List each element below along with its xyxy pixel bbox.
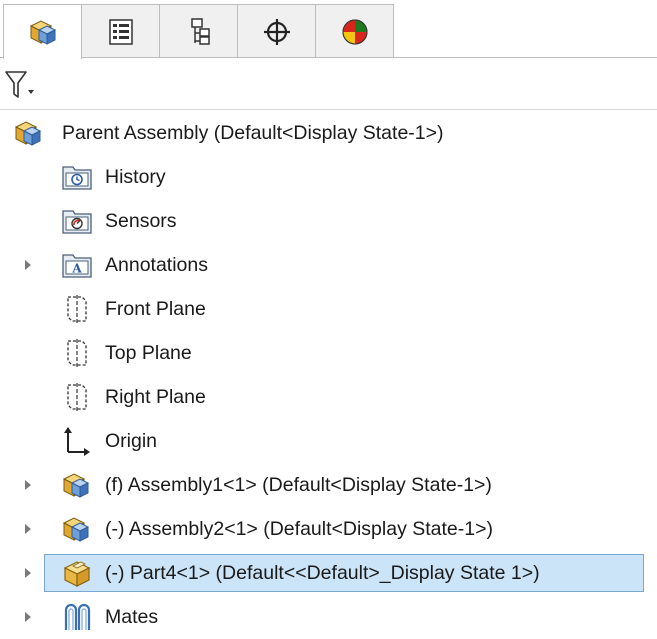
- tree-item-label: Top Plane: [105, 342, 192, 364]
- configurationmanager-tab[interactable]: [159, 4, 238, 58]
- tree-item-label: Right Plane: [105, 386, 206, 408]
- tree-item-label: Front Plane: [105, 298, 206, 320]
- expand-arrow-icon[interactable]: [22, 258, 34, 272]
- tree-root-label: Parent Assembly (Default<Display State-1…: [62, 122, 444, 144]
- tree-item-label: (f) Assembly1<1> (Default<Display State-…: [105, 474, 492, 496]
- plane-icon: [67, 339, 87, 367]
- tree-item-history[interactable]: History: [0, 157, 657, 197]
- origin-icon: [64, 427, 90, 456]
- manager-tab-bar: [0, 0, 657, 59]
- tree-item-label: Annotations: [105, 254, 208, 276]
- tree-item-mates[interactable]: Mates: [0, 597, 657, 637]
- tree-item-top-plane[interactable]: Top Plane: [0, 333, 657, 373]
- propertymanager-tab[interactable]: [81, 4, 160, 58]
- tree-item-label: (-) Assembly2<1> (Default<Display State-…: [105, 518, 494, 540]
- color-ball-icon: [342, 19, 367, 44]
- crosshair-icon: [263, 18, 290, 45]
- expand-arrow-icon[interactable]: [22, 522, 34, 536]
- svg-text:A: A: [71, 262, 82, 276]
- property-list-icon: [108, 18, 133, 45]
- tree-item-label: Origin: [105, 430, 158, 452]
- assembly-icon: [14, 121, 42, 146]
- filter-divider: [0, 109, 657, 110]
- featuremanager-tab[interactable]: [3, 4, 82, 59]
- tree-item-label: (-) Part4<1> (Default<<Default>_Display …: [105, 562, 540, 584]
- displaymanager-tab[interactable]: [315, 4, 394, 58]
- filter-funnel-icon[interactable]: [2, 68, 42, 102]
- dimxpertmanager-tab[interactable]: [237, 4, 316, 58]
- tree-root-parent-assembly[interactable]: Parent Assembly (Default<Display State-1…: [0, 113, 657, 153]
- assembly-icon: [62, 473, 90, 498]
- expand-arrow-icon[interactable]: [22, 610, 34, 624]
- tree-item-origin[interactable]: Origin: [0, 421, 657, 461]
- tree-item-sensors[interactable]: Sensors: [0, 201, 657, 241]
- expand-arrow-icon[interactable]: [22, 478, 34, 492]
- tree-item-right-plane[interactable]: Right Plane: [0, 377, 657, 417]
- mates-icon: [64, 603, 91, 630]
- plane-icon: [67, 383, 87, 411]
- tree-item-assembly2[interactable]: (-) Assembly2<1> (Default<Display State-…: [0, 509, 657, 549]
- assembly-icon: [62, 517, 90, 542]
- tree-item-front-plane[interactable]: Front Plane: [0, 289, 657, 329]
- tab-bar-divider: [0, 57, 657, 58]
- tree-item-annotations[interactable]: A Annotations: [0, 245, 657, 285]
- tree-item-part4[interactable]: (-) Part4<1> (Default<<Default>_Display …: [0, 553, 657, 593]
- tree-item-label: Sensors: [105, 210, 177, 232]
- plane-icon: [67, 295, 87, 323]
- configuration-tree-icon: [190, 17, 210, 45]
- history-folder-icon: [62, 166, 92, 190]
- tree-item-label: Mates: [105, 606, 159, 628]
- part-icon: [63, 561, 91, 587]
- filter-bar: [0, 60, 657, 110]
- tree-item-label: History: [105, 166, 166, 188]
- sensors-folder-icon: [62, 210, 92, 234]
- expand-arrow-icon[interactable]: [22, 566, 34, 580]
- assembly-cube-icon: [29, 20, 56, 45]
- chevron-down-icon: [28, 90, 34, 94]
- tree-item-assembly1[interactable]: (f) Assembly1<1> (Default<Display State-…: [0, 465, 657, 505]
- annotations-folder-icon: A: [62, 254, 92, 278]
